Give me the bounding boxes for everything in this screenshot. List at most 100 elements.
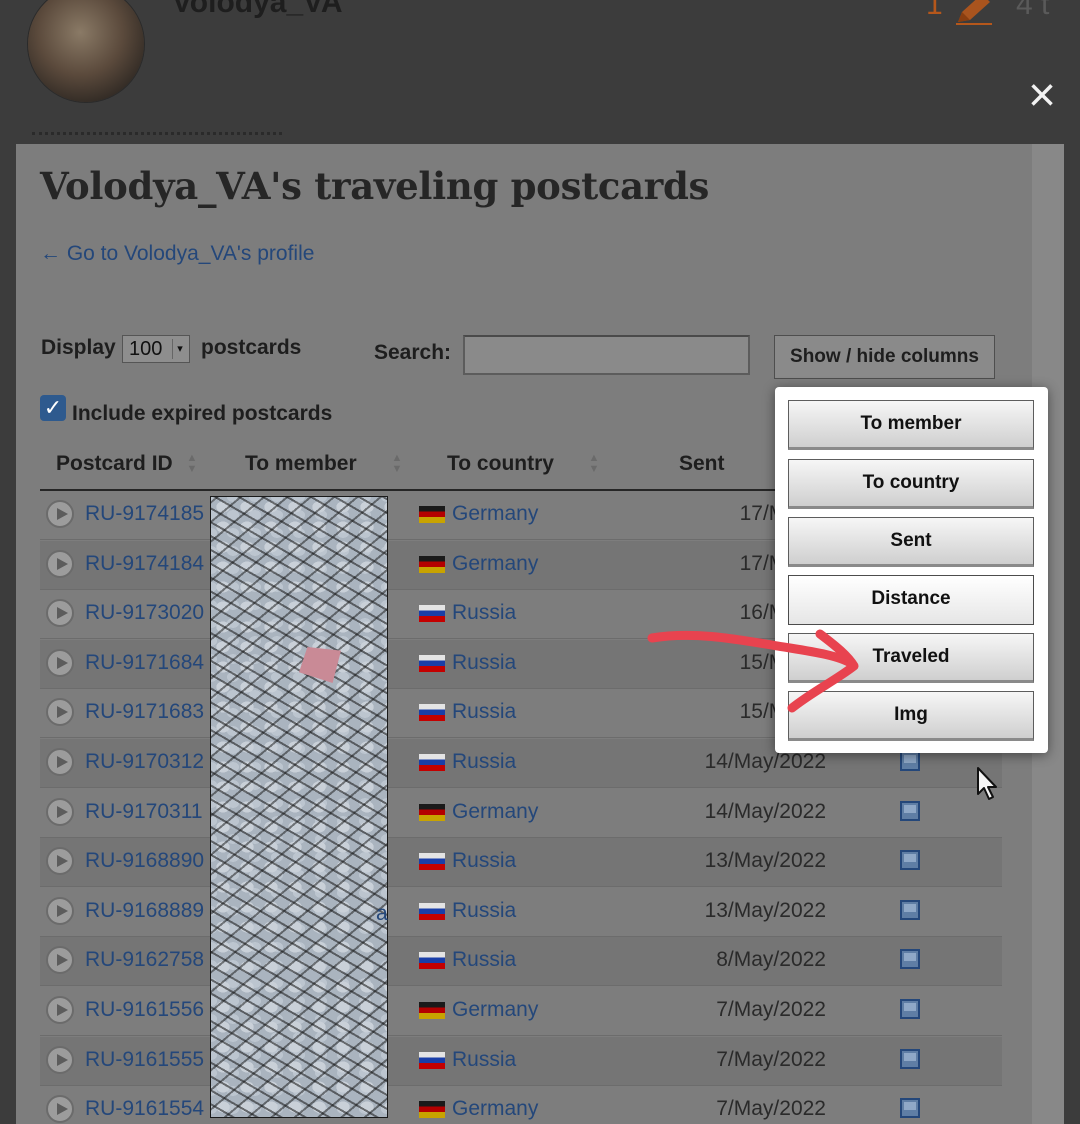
country-link[interactable]: Russia [452, 651, 516, 675]
play-icon[interactable] [46, 946, 74, 975]
include-expired-label[interactable]: Include expired postcards [72, 402, 332, 426]
cursor-icon [977, 767, 997, 800]
pencil-icon[interactable] [952, 0, 994, 26]
author-avatar[interactable] [28, 0, 144, 102]
flag-russia-icon [419, 605, 445, 623]
flag-germany-icon [419, 555, 445, 573]
redaction-pink-patch [299, 647, 341, 683]
play-icon[interactable] [46, 1095, 74, 1124]
play-icon[interactable] [46, 599, 74, 628]
image-icon[interactable] [900, 999, 920, 1019]
image-icon[interactable] [900, 1098, 920, 1119]
image-icon[interactable] [900, 1048, 920, 1069]
image-icon[interactable] [900, 850, 920, 871]
postcard-id-link[interactable]: RU-9170312 [85, 750, 204, 774]
table-row[interactable]: RU-9161554 Germany 7/May/2022 [40, 1086, 1002, 1124]
column-picker-popup: To member To country Sent Distance Trave… [775, 387, 1048, 753]
country-link[interactable]: Germany [452, 1097, 538, 1121]
postcard-id-link[interactable]: RU-9173020 [85, 601, 204, 625]
sent-date: 14/May/2022 [704, 799, 826, 823]
column-toggle-distance[interactable]: Distance [788, 575, 1034, 625]
post-author-name[interactable]: Volodya_VA [172, 0, 343, 20]
flag-germany-icon [419, 803, 445, 821]
country-link[interactable]: Germany [452, 552, 538, 576]
sort-icon[interactable]: ▲ ▼ [587, 453, 601, 477]
postcards-label: postcards [201, 336, 302, 359]
sent-date: 14/May/2022 [704, 750, 826, 773]
table-row[interactable]: RU-9161556 Germany 7/May/2022 [40, 987, 1002, 1036]
display-label: Display [41, 336, 116, 359]
play-icon[interactable] [46, 1045, 74, 1074]
postcard-id-link[interactable]: RU-9170311 [85, 800, 203, 824]
play-icon[interactable] [46, 847, 74, 876]
play-icon[interactable] [46, 500, 74, 528]
redacted-name-tail: a [376, 902, 388, 925]
edit-count: 1 [926, 0, 943, 21]
column-toggle-to-country[interactable]: To country [788, 459, 1034, 509]
table-row[interactable]: RU-9168890 Russia 13/May/2022 [40, 838, 1002, 888]
country-link[interactable]: Russia [452, 948, 516, 972]
postcard-id-link[interactable]: RU-9174185 [85, 502, 204, 526]
show-hide-columns-button[interactable]: Show / hide columns [774, 335, 995, 379]
postcard-id-link[interactable]: RU-9161556 [85, 998, 204, 1022]
column-header-to-country[interactable]: To country [447, 452, 554, 476]
post-time: 4 t [1016, 0, 1050, 21]
postcard-id-link[interactable]: RU-9162758 [85, 948, 204, 972]
page-size-select[interactable]: 100 ▾ [122, 335, 190, 363]
postcard-id-link[interactable]: RU-9171684 [85, 651, 204, 675]
country-link[interactable]: Russia [452, 849, 516, 873]
profile-link[interactable]: ← Go to Volodya_VA's profile [40, 242, 314, 266]
flag-germany-icon [419, 1101, 445, 1119]
image-icon[interactable] [900, 800, 920, 821]
play-icon[interactable] [46, 797, 74, 826]
sort-icon[interactable]: ▲ ▼ [390, 453, 404, 477]
table-row[interactable]: RU-9168889 Russia 13/May/2022 [40, 888, 1002, 937]
search-input[interactable] [463, 335, 750, 375]
column-toggle-sent[interactable]: Sent [788, 517, 1034, 567]
play-icon[interactable] [46, 698, 74, 727]
play-icon[interactable] [46, 896, 74, 925]
flag-russia-icon [419, 704, 445, 722]
sent-date: 13/May/2022 [704, 898, 826, 922]
country-link[interactable]: Germany [452, 998, 538, 1022]
postcard-id-link[interactable]: RU-9168890 [85, 849, 204, 873]
play-icon[interactable] [46, 996, 74, 1024]
flag-russia-icon [419, 1051, 445, 1069]
postcard-id-link[interactable]: RU-9161554 [85, 1097, 204, 1121]
sent-date: 8/May/2022 [716, 948, 826, 972]
country-link[interactable]: Germany [452, 502, 538, 526]
postcard-id-link[interactable]: RU-9161555 [85, 1048, 204, 1072]
checkbox-checked-icon[interactable]: ✓ [40, 395, 66, 421]
country-link[interactable]: Russia [452, 601, 516, 625]
image-icon[interactable] [900, 949, 920, 970]
postcard-id-link[interactable]: RU-9168889 [85, 899, 204, 923]
column-header-postcard-id[interactable]: Postcard ID [56, 452, 173, 476]
country-link[interactable]: Russia [452, 750, 516, 774]
sent-date: 7/May/2022 [716, 1097, 826, 1121]
postcard-id-link[interactable]: RU-9174184 [85, 552, 204, 576]
page-size-value: 100 [129, 338, 163, 360]
postcard-id-link[interactable]: RU-9171683 [85, 700, 204, 724]
play-icon[interactable] [46, 648, 74, 677]
column-toggle-to-member[interactable]: To member [788, 400, 1034, 450]
play-icon[interactable] [46, 748, 74, 776]
table-row[interactable]: RU-9170311 Germany 14/May/2022 [40, 789, 1002, 838]
column-toggle-traveled[interactable]: Traveled [788, 633, 1034, 683]
column-header-sent[interactable]: Sent [679, 452, 725, 476]
column-header-to-member[interactable]: To member [245, 452, 357, 476]
play-icon[interactable] [46, 549, 74, 578]
table-row[interactable]: RU-9161555 Russia 7/May/2022 [40, 1036, 1002, 1086]
image-icon[interactable] [900, 751, 920, 771]
country-link[interactable]: Russia [452, 1048, 516, 1072]
column-toggle-img[interactable]: Img [788, 691, 1034, 741]
table-row[interactable]: RU-9162758 Russia 8/May/2022 [40, 937, 1002, 987]
sort-icon[interactable]: ▲ ▼ [185, 453, 199, 477]
sent-date: 7/May/2022 [716, 1047, 826, 1071]
flag-russia-icon [419, 754, 445, 771]
image-icon[interactable] [900, 899, 920, 920]
country-link[interactable]: Russia [452, 899, 516, 923]
close-icon[interactable]: × [1020, 72, 1064, 120]
sent-date: 13/May/2022 [704, 849, 826, 873]
country-link[interactable]: Germany [452, 800, 538, 824]
country-link[interactable]: Russia [452, 700, 516, 724]
